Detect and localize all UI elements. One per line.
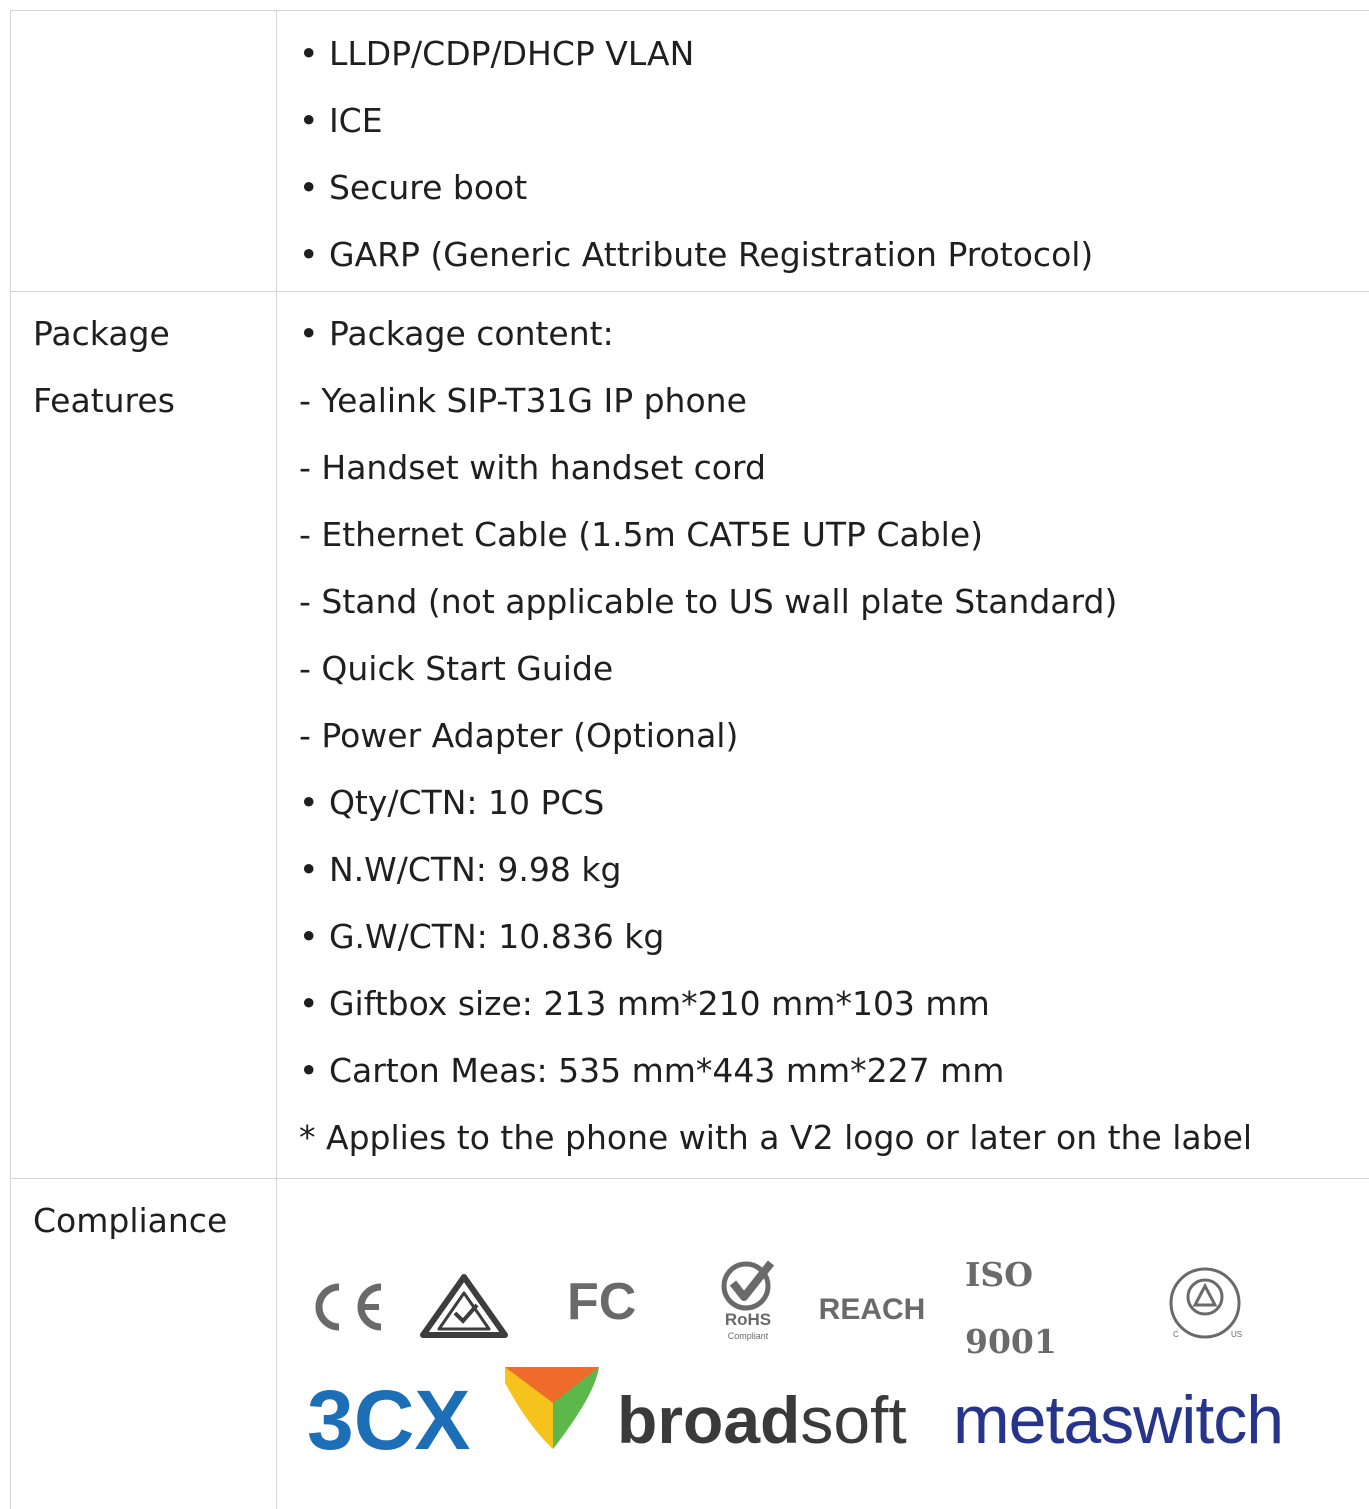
list-item: - Handset with handset cord <box>299 448 766 487</box>
svg-text:Compliant: Compliant <box>728 1331 769 1341</box>
svg-text:3CX: 3CX <box>307 1377 470 1467</box>
3cx-logo: 3CX <box>307 1377 487 1467</box>
list-item: • Qty/CTN: 10 PCS <box>299 783 605 822</box>
svg-text:US: US <box>1231 1330 1242 1339</box>
broadsoft-logo: broad soft <box>617 1375 937 1465</box>
list-item: - Yealink SIP-T31G IP phone <box>299 381 747 420</box>
list-item: • LLDP/CDP/DHCP VLAN <box>299 34 695 73</box>
row-content: • LLDP/CDP/DHCP VLAN • ICE • Secure boot… <box>277 11 1369 291</box>
metaswitch-logo: metaswitch <box>953 1381 1284 1458</box>
tuv-cus-logo: C US <box>1165 1265 1247 1345</box>
list-item: - Quick Start Guide <box>299 649 614 688</box>
ce-text: CE <box>309 1279 311 1280</box>
list-item: • N.W/CTN: 9.98 kg <box>299 850 622 889</box>
broadsoft-soft: soft <box>800 1382 907 1457</box>
svg-text:RoHS: RoHS <box>725 1310 771 1329</box>
list-item: • GARP (Generic Attribute Registration P… <box>299 235 1094 274</box>
list-item: • G.W/CTN: 10.836 kg <box>299 917 665 956</box>
reach-logo: REACH <box>818 1292 926 1326</box>
certification-logos: CE FC RoHS Compliant REACH ISO 9001 C US… <box>277 1179 1369 1509</box>
ce-mark-logo: CE <box>309 1279 387 1334</box>
row-content: • Package content: - Yealink SIP-T31G IP… <box>277 292 1369 1178</box>
list-item: • ICE <box>299 101 383 140</box>
broadsoft-broad: broad <box>617 1382 801 1457</box>
label-line: Compliance <box>33 1201 228 1240</box>
label-line: Package <box>33 314 170 353</box>
list-item: - Ethernet Cable (1.5m CAT5E UTP Cable) <box>299 515 984 554</box>
list-item: - Power Adapter (Optional) <box>299 716 739 755</box>
list-item: • Package content: <box>299 314 614 353</box>
list-item: - Stand (not applicable to US wall plate… <box>299 582 1118 621</box>
fcc-logo: FC <box>567 1271 649 1331</box>
table-row: • LLDP/CDP/DHCP VLAN • ICE • Secure boot… <box>10 11 1369 292</box>
row-label <box>10 11 277 291</box>
spec-table: • LLDP/CDP/DHCP VLAN • ICE • Secure boot… <box>10 10 1369 1509</box>
list-item: • Giftbox size: 213 mm*210 mm*103 mm <box>299 984 990 1023</box>
svg-text:FC: FC <box>567 1273 636 1331</box>
svg-text:C: C <box>1173 1330 1179 1339</box>
list-item: * Applies to the phone with a V2 logo or… <box>299 1118 1253 1157</box>
table-row: Compliance CE FC RoHS Compliant REACH IS… <box>10 1179 1369 1509</box>
list-item: • Carton Meas: 535 mm*443 mm*227 mm <box>299 1051 1005 1090</box>
rcm-triangle-icon <box>419 1271 509 1341</box>
table-row: Package Features • Package content: - Ye… <box>10 292 1369 1179</box>
label-line: Features <box>33 381 175 420</box>
row-label: Compliance <box>10 1179 277 1509</box>
list-item: • Secure boot <box>299 168 528 207</box>
rohs-logo: RoHS Compliant <box>711 1259 785 1345</box>
broadsoft-v-icon <box>499 1357 605 1457</box>
row-label: Package Features <box>10 292 277 1178</box>
row-content: CE FC RoHS Compliant REACH ISO 9001 C US… <box>277 1179 1369 1509</box>
iso-9001-logo: ISO 9001 <box>965 1255 1057 1361</box>
